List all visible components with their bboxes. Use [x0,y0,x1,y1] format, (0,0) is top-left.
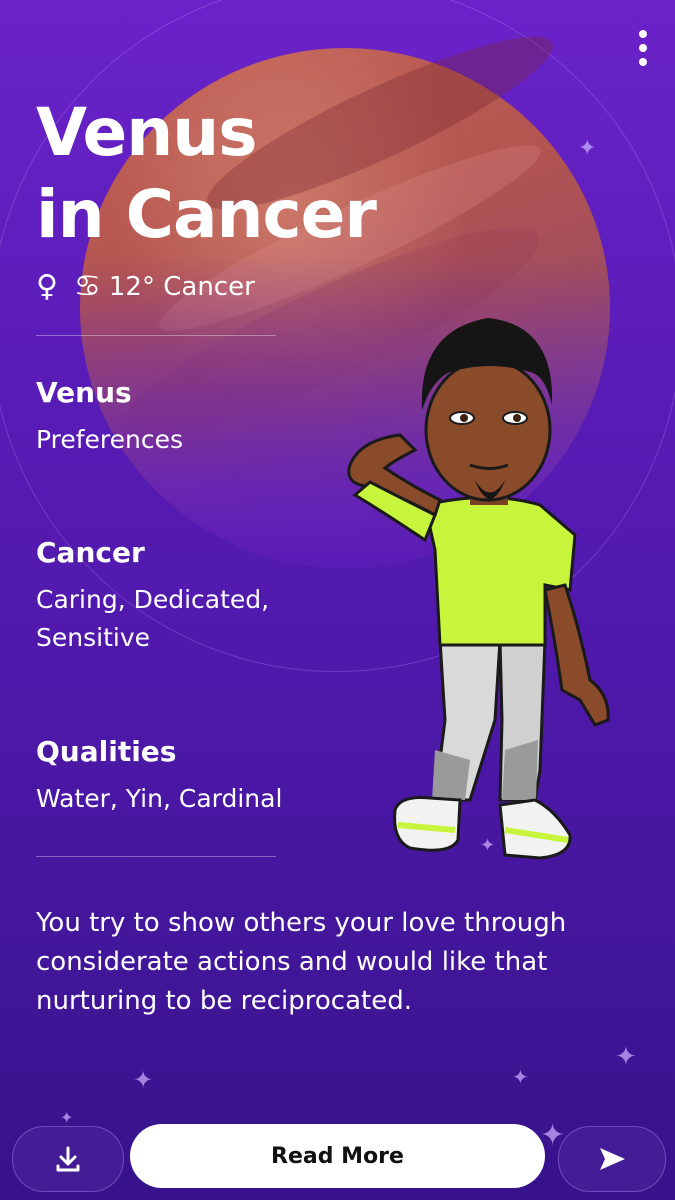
title-line-2: in Cancer [36,176,377,253]
astrology-card-screen: ✦ ✦ ✦ ✦ ✦ ✦ ✦ Venus in Cancer ♀ ♋ 12° Ca… [0,0,675,1200]
planet-section: Venus Preferences [36,376,183,459]
venus-symbol-icon: ♀ [36,269,58,304]
section-label: Cancer [36,536,145,569]
qualities-section: Qualities Water, Yin, Cardinal [36,735,282,818]
sparkle-icon: ✦ [578,136,597,161]
section-value: Caring, Dedicated, Sensitive [36,585,270,652]
divider [36,856,276,857]
page-title: Venus in Cancer [36,92,377,256]
sparkle-icon: ✦ [133,1066,154,1094]
download-icon [56,1146,80,1172]
send-button[interactable] [558,1126,666,1192]
placement-row: ♀ ♋ 12° Cancer [36,269,255,304]
more-options-button[interactable] [637,30,649,66]
section-value: Preferences [36,425,184,454]
cancer-sign-icon: ♋ [73,269,101,304]
section-label: Qualities [36,735,177,768]
divider [36,335,276,336]
sparkle-icon: ✦ [615,1042,637,1072]
description-text: You try to show others your love through… [36,908,567,1016]
placement-text: 12° Cancer [108,272,255,302]
send-icon [600,1148,625,1170]
sparkle-icon: ✦ [512,1065,529,1089]
bitmoji-avatar-image [347,318,610,860]
dot [639,44,647,52]
download-button[interactable] [12,1126,124,1192]
dot [639,58,647,66]
section-value: Water, Yin, Cardinal [36,784,283,813]
bottom-action-bar: Read More [0,1122,675,1192]
dot [639,30,647,38]
title-line-1: Venus [36,94,257,171]
section-label: Venus [36,376,132,409]
sign-section: Cancer Caring, Dedicated, Sensitive [36,536,306,657]
read-more-button[interactable]: Read More [130,1124,545,1188]
